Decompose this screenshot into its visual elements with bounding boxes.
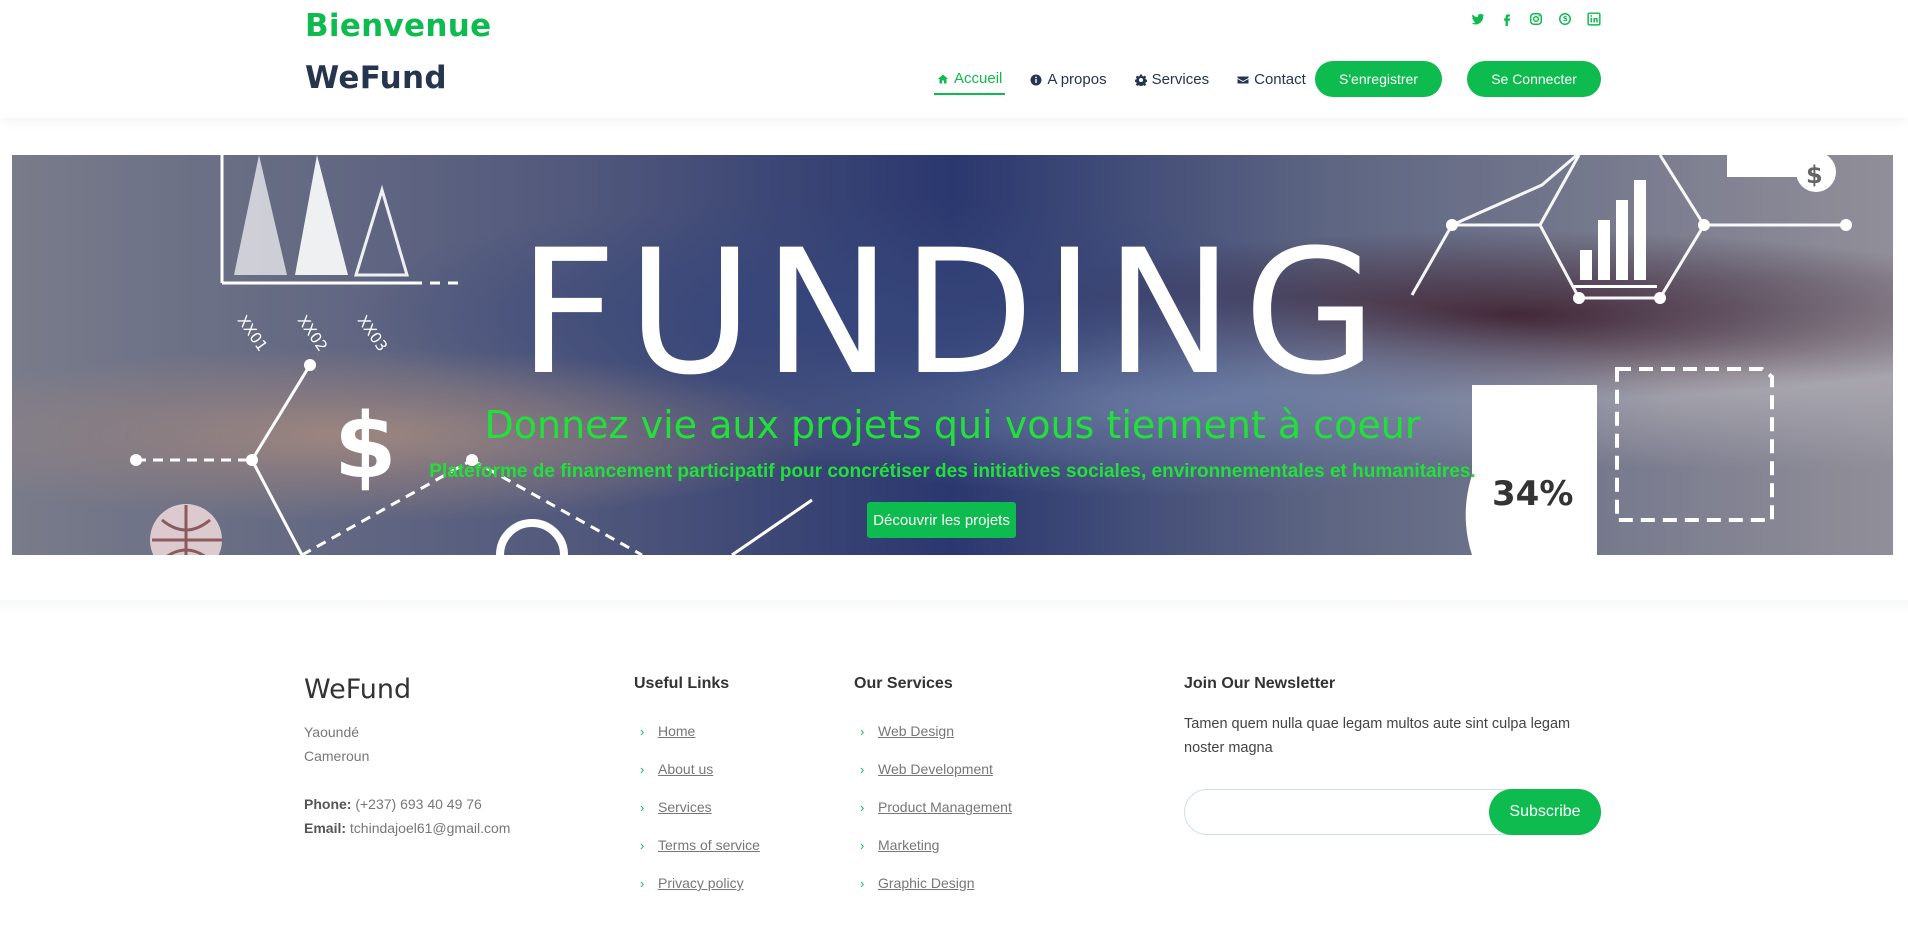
chevron-right-icon: › bbox=[640, 761, 645, 777]
nav-a-propos-label: A propos bbox=[1047, 71, 1107, 88]
phone-value: (+237) 693 40 49 76 bbox=[355, 796, 482, 812]
list-item: › Graphic Design bbox=[860, 864, 1012, 902]
svg-text:$: $ bbox=[1806, 161, 1823, 189]
chevron-right-icon: › bbox=[640, 875, 645, 891]
list-item: › Marketing bbox=[860, 826, 1012, 864]
twitter-icon[interactable] bbox=[1470, 11, 1485, 26]
main-nav: Accueil A propos Services Contact bbox=[934, 68, 1331, 95]
info-icon bbox=[1030, 74, 1042, 85]
list-item: › Services bbox=[640, 788, 760, 826]
chevron-right-icon: › bbox=[640, 799, 645, 815]
site-header: Bienvenue WeFund Accueil A propos Servic… bbox=[0, 0, 1908, 118]
nav-contact-label: Contact bbox=[1254, 71, 1306, 88]
nav-contact[interactable]: Contact bbox=[1234, 68, 1309, 95]
newsletter-form: Subscribe bbox=[1184, 789, 1601, 835]
link-about-us[interactable]: About us bbox=[658, 761, 713, 777]
link-graphic-design[interactable]: Graphic Design bbox=[878, 875, 975, 891]
gear-icon bbox=[1134, 74, 1147, 86]
footer-divider bbox=[0, 600, 1908, 614]
footer-country: Cameroun bbox=[304, 748, 370, 764]
instagram-icon[interactable] bbox=[1528, 11, 1543, 26]
link-marketing[interactable]: Marketing bbox=[878, 837, 939, 853]
register-button[interactable]: S'enregistrer bbox=[1315, 61, 1442, 97]
discover-projects-button[interactable]: Découvrir les projets bbox=[867, 502, 1016, 538]
linkedin-icon[interactable] bbox=[1586, 11, 1601, 26]
list-item: › Home bbox=[640, 712, 760, 750]
nav-accueil-label: Accueil bbox=[954, 70, 1003, 87]
list-item: › Product Management bbox=[860, 788, 1012, 826]
home-icon bbox=[938, 74, 948, 83]
subscribe-button[interactable]: Subscribe bbox=[1489, 789, 1601, 835]
footer-contact: Phone: (+237) 693 40 49 76 Email: tchind… bbox=[304, 792, 510, 840]
link-product-management[interactable]: Product Management bbox=[878, 799, 1012, 815]
hero-subtitle: Donnez vie aux projets qui vous tiennent… bbox=[484, 403, 1421, 447]
chevron-right-icon: › bbox=[640, 723, 645, 739]
newsletter-title: Join Our Newsletter bbox=[1184, 675, 1336, 692]
email-value: tchindajoel61@gmail.com bbox=[349, 820, 511, 836]
login-button[interactable]: Se Connecter bbox=[1467, 61, 1601, 97]
nav-accueil[interactable]: Accueil bbox=[934, 68, 1006, 95]
useful-links-title: Useful Links bbox=[634, 675, 730, 692]
nav-services-label: Services bbox=[1151, 71, 1210, 88]
nav-a-propos[interactable]: A propos bbox=[1027, 68, 1109, 95]
services-list: › Web Design › Web Development › Product Ma… bbox=[860, 712, 1012, 902]
chevron-right-icon: › bbox=[860, 761, 865, 777]
list-item: › About us bbox=[640, 750, 760, 788]
chevron-right-icon: › bbox=[860, 723, 865, 739]
brand-logo[interactable]: WeFund bbox=[305, 60, 447, 96]
skype-icon[interactable] bbox=[1557, 11, 1572, 26]
envelope-icon bbox=[1237, 76, 1249, 83]
brand-welcome: Bienvenue bbox=[305, 8, 492, 44]
footer-address: Yaoundé Cameroun bbox=[304, 720, 369, 768]
hero-title: FUNDING bbox=[518, 212, 1387, 413]
link-terms[interactable]: Terms of service bbox=[658, 837, 760, 853]
footer-brand: WeFund bbox=[304, 674, 412, 705]
phone-label: Phone: bbox=[304, 796, 352, 812]
chevron-right-icon: › bbox=[860, 837, 865, 853]
link-services[interactable]: Services bbox=[658, 799, 712, 815]
link-home[interactable]: Home bbox=[658, 723, 695, 739]
newsletter-text: Tamen quem nulla quae legam multos aute … bbox=[1184, 716, 1571, 756]
link-web-development[interactable]: Web Development bbox=[878, 761, 993, 777]
hero-description: Plateforme de financement participatif p… bbox=[429, 461, 1476, 482]
chevron-right-icon: › bbox=[640, 837, 645, 853]
hero-banner: XX01 XX02 XX03 $ $ 34% FUNDING Donnez vi… bbox=[12, 155, 1893, 555]
email-label: Email: bbox=[304, 820, 347, 836]
list-item: › Terms of service bbox=[640, 826, 760, 864]
nav-services[interactable]: Services bbox=[1132, 68, 1213, 95]
chevron-right-icon: › bbox=[860, 875, 865, 891]
list-item: › Web Development bbox=[860, 750, 1012, 788]
footer-city: Yaoundé bbox=[304, 724, 360, 740]
chevron-right-icon: › bbox=[860, 799, 865, 815]
facebook-icon[interactable] bbox=[1499, 11, 1514, 26]
social-links bbox=[1470, 11, 1601, 26]
our-services-title: Our Services bbox=[854, 675, 953, 692]
list-item: › Web Design bbox=[860, 712, 1012, 750]
useful-links-list: › Home › About us › Services › Terms of serv… bbox=[640, 712, 760, 902]
link-web-design[interactable]: Web Design bbox=[878, 723, 954, 739]
list-item: › Privacy policy bbox=[640, 864, 760, 902]
link-privacy[interactable]: Privacy policy bbox=[658, 875, 744, 891]
newsletter-email-input[interactable] bbox=[1197, 798, 1471, 826]
